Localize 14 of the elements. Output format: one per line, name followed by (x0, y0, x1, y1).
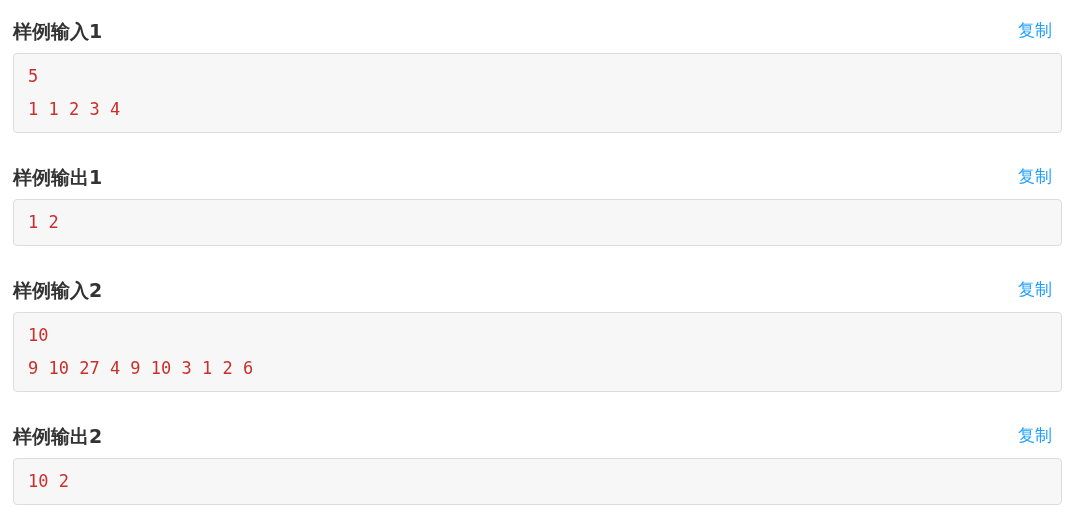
code-line: 10 (28, 324, 50, 347)
copy-link[interactable]: 复制 (1018, 164, 1052, 190)
copy-link[interactable]: 复制 (1018, 423, 1052, 449)
code-line: 10 2 (28, 470, 70, 493)
code-line: 5 (28, 65, 40, 88)
section-title: 样例输出2 (13, 423, 103, 449)
section-title: 样例输出1 (13, 164, 103, 190)
copy-link[interactable]: 复制 (1018, 277, 1052, 303)
copy-link[interactable]: 复制 (1018, 18, 1052, 44)
code-line: 9 10 27 4 9 10 3 1 2 6 (28, 357, 255, 380)
code-line: 1 2 (28, 211, 60, 234)
code-line: 1 1 2 3 4 (28, 98, 122, 121)
section-title: 样例输入2 (13, 277, 103, 303)
section-title: 样例输入1 (13, 18, 103, 44)
